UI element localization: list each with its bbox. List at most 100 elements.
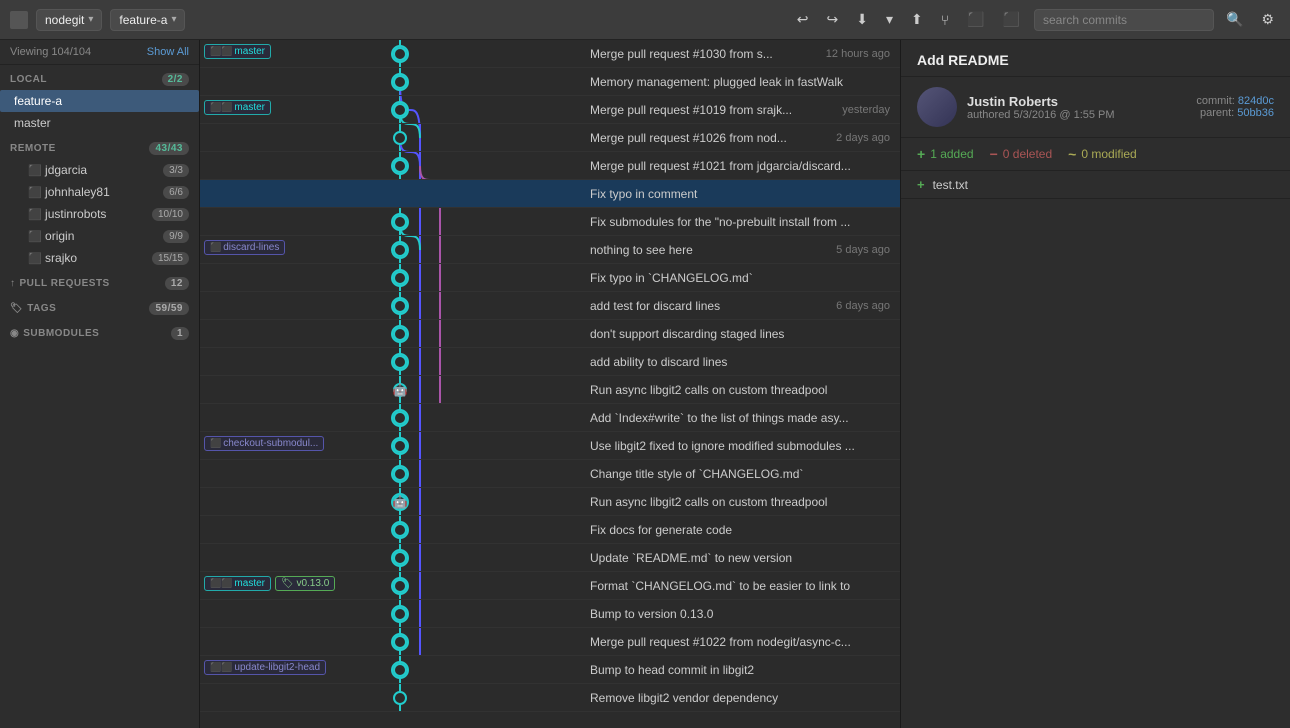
commit-row[interactable]: ⬛⬛ update-libgit2-headBump to head commi…: [200, 656, 900, 684]
commit-row[interactable]: Merge pull request #1022 from nodegit/as…: [200, 628, 900, 656]
show-all-link[interactable]: Show All: [147, 46, 189, 58]
tags-count: 59/59: [149, 302, 189, 315]
file-added-icon: +: [917, 177, 925, 192]
commit-row[interactable]: ⬛⬛ master🏷 v0.13.0Format `CHANGELOG.md` …: [200, 572, 900, 600]
commit-row[interactable]: Bump to version 0.13.0: [200, 600, 900, 628]
branch-tag[interactable]: ⬛⬛ master: [204, 44, 271, 59]
commit-message: Change title style of `CHANGELOG.md`: [590, 467, 890, 481]
tag-button[interactable]: ⬛: [997, 7, 1026, 32]
commit-message: Merge pull request #1022 from nodegit/as…: [590, 635, 890, 649]
commit-message: Memory management: plugged leak in fastW…: [590, 75, 890, 89]
author-info: Justin Roberts authored 5/3/2016 @ 1:55 …: [967, 94, 1186, 121]
pr-icon: ↑: [10, 278, 16, 289]
sidebar-item-master[interactable]: master: [0, 112, 199, 134]
commit-message: add ability to discard lines: [590, 355, 890, 369]
commit-time: 2 days ago: [836, 132, 890, 144]
branch-tag[interactable]: ⬛ checkout-submodul...: [204, 436, 324, 451]
commit-info: add test for discard lines6 days ago: [580, 299, 900, 313]
commit-row[interactable]: Remove libgit2 vendor dependency: [200, 684, 900, 712]
commit-info: Memory management: plugged leak in fastW…: [580, 75, 900, 89]
commit-author-section: Justin Roberts authored 5/3/2016 @ 1:55 …: [901, 77, 1290, 138]
branch-tag[interactable]: 🏷 v0.13.0: [275, 576, 335, 591]
commit-message: Fix typo in comment: [590, 187, 890, 201]
pull-requests-count: 12: [165, 277, 189, 290]
search-input[interactable]: [1034, 9, 1214, 31]
repo-selector[interactable]: nodegit ▾: [36, 9, 102, 31]
sidebar-item-origin[interactable]: ⬛ origin 9/9: [0, 225, 199, 247]
commit-graph-cell: [200, 460, 580, 488]
branch-tag[interactable]: ⬛⬛ master: [204, 100, 271, 115]
submodules-label: SUBMODULES: [23, 328, 99, 339]
commit-message: Run async libgit2 calls on custom thread…: [590, 383, 890, 397]
commit-row[interactable]: ⬛ checkout-submodul...Use libgit2 fixed …: [200, 432, 900, 460]
settings-button[interactable]: ⚙: [1255, 7, 1280, 32]
push-button[interactable]: ⬆: [905, 7, 929, 32]
branch-tag[interactable]: ⬛⬛ master: [204, 576, 271, 591]
commit-row[interactable]: ⬛⬛ master Merge pull request #1030 from s…: [200, 40, 900, 68]
commit-message: nothing to see here: [590, 243, 826, 257]
commit-row[interactable]: Fix typo in `CHANGELOG.md`: [200, 264, 900, 292]
sidebar-item-justinrobots[interactable]: ⬛ justinrobots 10/10: [0, 203, 199, 225]
fetch-button[interactable]: ⬇: [850, 7, 874, 32]
commit-info: Fix typo in `CHANGELOG.md`: [580, 271, 900, 285]
local-section: LOCAL 2/2 feature-a master: [0, 65, 199, 134]
sidebar-item-feature-a[interactable]: feature-a: [0, 90, 199, 112]
remote-count: 43/43: [149, 142, 189, 155]
search-icon-button[interactable]: 🔍: [1220, 7, 1249, 32]
redo-button[interactable]: ↪: [820, 7, 844, 32]
commit-hash-line: commit: 824d0c: [1196, 95, 1274, 107]
sidebar-item-johnhaley81[interactable]: ⬛ johnhaley81 6/6: [0, 181, 199, 203]
commit-info: Remove libgit2 vendor dependency: [580, 691, 900, 705]
commit-row[interactable]: Merge pull request #1026 from nod...2 da…: [200, 124, 900, 152]
remote-srajko-label: ⬛ srajko: [28, 251, 77, 265]
commit-row[interactable]: ⬛⬛ master Merge pull request #1019 from s…: [200, 96, 900, 124]
commit-message: Merge pull request #1019 from srajk...: [590, 103, 832, 117]
repo-chevron-icon: ▾: [88, 14, 93, 25]
commit-row[interactable]: Merge pull request #1021 from jdgarcia/d…: [200, 152, 900, 180]
commit-row[interactable]: ⬛ discard-lines nothing to see here5 days…: [200, 236, 900, 264]
parent-hash[interactable]: 50bb36: [1237, 107, 1274, 119]
commit-row[interactable]: Change title style of `CHANGELOG.md`: [200, 460, 900, 488]
commit-hash[interactable]: 824d0c: [1238, 95, 1274, 107]
branch-tag[interactable]: ⬛ discard-lines: [204, 240, 285, 255]
commit-hashes: commit: 824d0c parent: 50bb36: [1196, 95, 1274, 119]
stat-modified: ~ 0 modified: [1068, 146, 1137, 162]
commit-row[interactable]: Add `Index#write` to the list of things …: [200, 404, 900, 432]
commit-info: Change title style of `CHANGELOG.md`: [580, 467, 900, 481]
branch-button[interactable]: ⑂: [935, 7, 955, 32]
deleted-icon: −: [990, 146, 998, 162]
fetch-dropdown-button[interactable]: ▾: [880, 7, 899, 32]
commit-row[interactable]: Memory management: plugged leak in fastW…: [200, 68, 900, 96]
undo-button[interactable]: ↩: [791, 7, 815, 32]
commit-message: don't support discarding staged lines: [590, 327, 890, 341]
branch-selector[interactable]: feature-a ▾: [110, 9, 185, 31]
commit-info: nothing to see here5 days ago: [580, 243, 900, 257]
commit-info: Update `README.md` to new version: [580, 551, 900, 565]
submodules-header: ◉ SUBMODULES 1: [0, 319, 199, 344]
remote-jdgarcia-count: 3/3: [163, 164, 189, 177]
commit-info: Add `Index#write` to the list of things …: [580, 411, 900, 425]
remote-section: REMOTE 43/43 ⬛ jdgarcia 3/3 ⬛ johnhaley8…: [0, 134, 199, 269]
remote-label: REMOTE: [10, 143, 56, 154]
sidebar-item-jdgarcia[interactable]: ⬛ jdgarcia 3/3: [0, 159, 199, 181]
commit-row[interactable]: Fix submodules for the "no-prebuilt inst…: [200, 208, 900, 236]
commit-row[interactable]: don't support discarding staged lines: [200, 320, 900, 348]
branch-tag[interactable]: ⬛⬛ update-libgit2-head: [204, 660, 326, 675]
commit-graph-cell: [200, 68, 580, 96]
commit-row[interactable]: Update `README.md` to new version: [200, 544, 900, 572]
commit-row[interactable]: Fix typo in comment: [200, 180, 900, 208]
file-item-test-txt[interactable]: + test.txt: [901, 171, 1290, 199]
commit-row[interactable]: Fix docs for generate code: [200, 516, 900, 544]
commit-row[interactable]: Run async libgit2 calls on custom thread…: [200, 376, 900, 404]
sidebar-item-srajko[interactable]: ⬛ srajko 15/15: [0, 247, 199, 269]
branch-chevron-icon: ▾: [171, 14, 176, 25]
stash-button[interactable]: ⬛: [961, 7, 990, 32]
tags-label: TAGS: [27, 303, 56, 314]
commit-row[interactable]: add ability to discard lines: [200, 348, 900, 376]
commit-row[interactable]: Run async libgit2 calls on custom thread…: [200, 488, 900, 516]
commit-graph-cell: [200, 628, 580, 656]
commit-message: Merge pull request #1030 from s...: [590, 47, 816, 61]
commit-row[interactable]: add test for discard lines6 days ago: [200, 292, 900, 320]
commit-time: 6 days ago: [836, 300, 890, 312]
local-count: 2/2: [162, 73, 189, 86]
